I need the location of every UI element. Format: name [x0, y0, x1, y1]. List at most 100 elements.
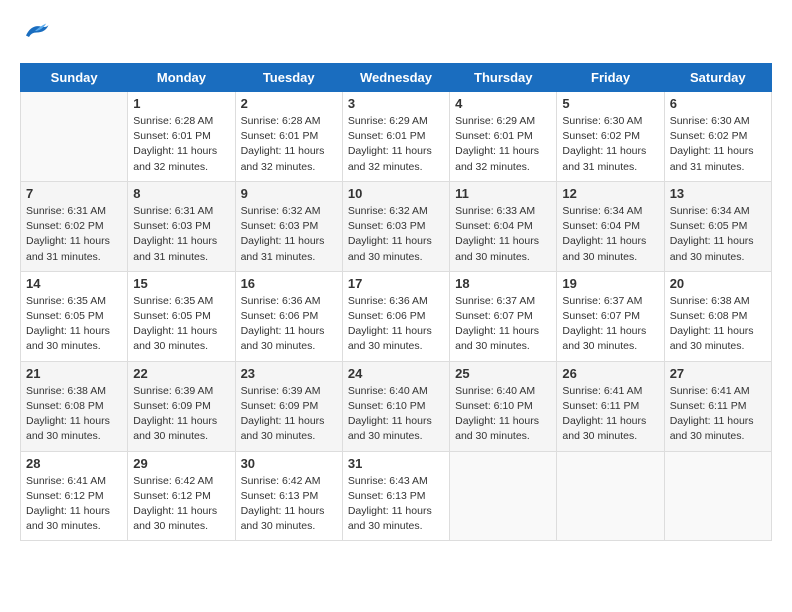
col-sunday: Sunday	[21, 64, 128, 92]
table-row: 31 Sunrise: 6:43 AMSunset: 6:13 PMDayligh…	[342, 451, 449, 541]
cell-info: Sunrise: 6:39 AMSunset: 6:09 PMDaylight:…	[133, 384, 229, 445]
cell-info: Sunrise: 6:34 AMSunset: 6:05 PMDaylight:…	[670, 204, 766, 265]
day-number: 16	[241, 276, 337, 291]
day-number: 30	[241, 456, 337, 471]
cell-info: Sunrise: 6:40 AMSunset: 6:10 PMDaylight:…	[348, 384, 444, 445]
calendar-header-row: Sunday Monday Tuesday Wednesday Thursday…	[21, 64, 772, 92]
table-row: 7 Sunrise: 6:31 AMSunset: 6:02 PMDaylight…	[21, 181, 128, 271]
cell-info: Sunrise: 6:41 AMSunset: 6:11 PMDaylight:…	[670, 384, 766, 445]
calendar-week-row: 14 Sunrise: 6:35 AMSunset: 6:05 PMDayligh…	[21, 271, 772, 361]
table-row: 27Sunrise: 6:41 AMSunset: 6:11 PMDayligh…	[664, 361, 771, 451]
cell-info: Sunrise: 6:32 AMSunset: 6:03 PMDaylight:…	[241, 204, 337, 265]
col-saturday: Saturday	[664, 64, 771, 92]
day-number: 25	[455, 366, 551, 381]
table-row: 8 Sunrise: 6:31 AMSunset: 6:03 PMDaylight…	[128, 181, 235, 271]
day-number: 20	[670, 276, 766, 291]
table-row: 11Sunrise: 6:33 AMSunset: 6:04 PMDayligh…	[450, 181, 557, 271]
day-number: 22	[133, 366, 229, 381]
table-row: 15Sunrise: 6:35 AMSunset: 6:05 PMDayligh…	[128, 271, 235, 361]
table-row: 3Sunrise: 6:29 AMSunset: 6:01 PMDaylight…	[342, 92, 449, 182]
day-number: 6	[670, 96, 766, 111]
cell-info: Sunrise: 6:31 AMSunset: 6:02 PMDaylight:…	[26, 204, 122, 265]
cell-info: Sunrise: 6:32 AMSunset: 6:03 PMDaylight:…	[348, 204, 444, 265]
table-row: 28Sunrise: 6:41 AMSunset: 6:12 PMDayligh…	[21, 451, 128, 541]
day-number: 26	[562, 366, 658, 381]
day-number: 14	[26, 276, 122, 291]
col-thursday: Thursday	[450, 64, 557, 92]
day-number: 24	[348, 366, 444, 381]
table-row: 12 Sunrise: 6:34 AMSunset: 6:04 PMDayligh…	[557, 181, 664, 271]
day-number: 1	[133, 96, 229, 111]
table-row	[21, 92, 128, 182]
table-row: 30 Sunrise: 6:42 AMSunset: 6:13 PMDayligh…	[235, 451, 342, 541]
table-row: 18 Sunrise: 6:37 AMSunset: 6:07 PMDayligh…	[450, 271, 557, 361]
table-row: 20 Sunrise: 6:38 AMSunset: 6:08 PMDayligh…	[664, 271, 771, 361]
cell-info: Sunrise: 6:36 AMSunset: 6:06 PMDaylight:…	[241, 294, 337, 355]
day-number: 4	[455, 96, 551, 111]
table-row: 1Sunrise: 6:28 AMSunset: 6:01 PMDaylight…	[128, 92, 235, 182]
calendar-week-row: 21 Sunrise: 6:38 AMSunset: 6:08 PMDayligh…	[21, 361, 772, 451]
cell-info: Sunrise: 6:35 AMSunset: 6:05 PMDaylight:…	[133, 294, 229, 355]
day-number: 13	[670, 186, 766, 201]
cell-info: Sunrise: 6:42 AMSunset: 6:13 PMDaylight:…	[241, 474, 337, 535]
col-monday: Monday	[128, 64, 235, 92]
table-row: 13 Sunrise: 6:34 AMSunset: 6:05 PMDayligh…	[664, 181, 771, 271]
logo	[20, 20, 54, 47]
day-number: 21	[26, 366, 122, 381]
page-header	[20, 20, 772, 47]
cell-info: Sunrise: 6:41 AMSunset: 6:11 PMDaylight:…	[562, 384, 658, 445]
day-number: 9	[241, 186, 337, 201]
day-number: 10	[348, 186, 444, 201]
table-row: 4Sunrise: 6:29 AMSunset: 6:01 PMDaylight…	[450, 92, 557, 182]
table-row: 29Sunrise: 6:42 AMSunset: 6:12 PMDayligh…	[128, 451, 235, 541]
cell-info: Sunrise: 6:38 AMSunset: 6:08 PMDaylight:…	[26, 384, 122, 445]
table-row: 16 Sunrise: 6:36 AMSunset: 6:06 PMDayligh…	[235, 271, 342, 361]
cell-info: Sunrise: 6:29 AMSunset: 6:01 PMDaylight:…	[348, 114, 444, 175]
calendar-week-row: 28Sunrise: 6:41 AMSunset: 6:12 PMDayligh…	[21, 451, 772, 541]
logo-icon	[20, 20, 50, 47]
day-number: 23	[241, 366, 337, 381]
day-number: 8	[133, 186, 229, 201]
cell-info: Sunrise: 6:34 AMSunset: 6:04 PMDaylight:…	[562, 204, 658, 265]
calendar-table: Sunday Monday Tuesday Wednesday Thursday…	[20, 63, 772, 541]
day-number: 17	[348, 276, 444, 291]
table-row: 24 Sunrise: 6:40 AMSunset: 6:10 PMDayligh…	[342, 361, 449, 451]
calendar-week-row: 7 Sunrise: 6:31 AMSunset: 6:02 PMDaylight…	[21, 181, 772, 271]
table-row: 14 Sunrise: 6:35 AMSunset: 6:05 PMDayligh…	[21, 271, 128, 361]
table-row: 9 Sunrise: 6:32 AMSunset: 6:03 PMDaylight…	[235, 181, 342, 271]
cell-info: Sunrise: 6:42 AMSunset: 6:12 PMDaylight:…	[133, 474, 229, 535]
cell-info: Sunrise: 6:38 AMSunset: 6:08 PMDaylight:…	[670, 294, 766, 355]
day-number: 28	[26, 456, 122, 471]
table-row	[664, 451, 771, 541]
table-row: 19Sunrise: 6:37 AMSunset: 6:07 PMDayligh…	[557, 271, 664, 361]
table-row: 22 Sunrise: 6:39 AMSunset: 6:09 PMDayligh…	[128, 361, 235, 451]
table-row: 23Sunrise: 6:39 AMSunset: 6:09 PMDayligh…	[235, 361, 342, 451]
cell-info: Sunrise: 6:40 AMSunset: 6:10 PMDaylight:…	[455, 384, 551, 445]
calendar-week-row: 1 Sunrise: 6:28 AMSunset: 6:01 PMDaylight…	[21, 92, 772, 182]
cell-info: Sunrise: 6:35 AMSunset: 6:05 PMDaylight:…	[26, 294, 122, 355]
cell-info: Sunrise: 6:36 AMSunset: 6:06 PMDaylight:…	[348, 294, 444, 355]
cell-info: Sunrise: 6:37 AMSunset: 6:07 PMDaylight:…	[562, 294, 658, 355]
table-row: 17 Sunrise: 6:36 AMSunset: 6:06 PMDayligh…	[342, 271, 449, 361]
table-row: 5Sunrise: 6:30 AMSunset: 6:02 PMDaylight…	[557, 92, 664, 182]
table-row: 25 Sunrise: 6:40 AMSunset: 6:10 PMDayligh…	[450, 361, 557, 451]
cell-info: Sunrise: 6:43 AMSunset: 6:13 PMDaylight:…	[348, 474, 444, 535]
day-number: 18	[455, 276, 551, 291]
table-row: 26 Sunrise: 6:41 AMSunset: 6:11 PMDayligh…	[557, 361, 664, 451]
day-number: 7	[26, 186, 122, 201]
cell-info: Sunrise: 6:28 AMSunset: 6:01 PMDaylight:…	[241, 114, 337, 175]
cell-info: Sunrise: 6:30 AMSunset: 6:02 PMDaylight:…	[562, 114, 658, 175]
cell-info: Sunrise: 6:30 AMSunset: 6:02 PMDaylight:…	[670, 114, 766, 175]
table-row: 21 Sunrise: 6:38 AMSunset: 6:08 PMDayligh…	[21, 361, 128, 451]
table-row: 2 Sunrise: 6:28 AMSunset: 6:01 PMDaylight…	[235, 92, 342, 182]
table-row	[450, 451, 557, 541]
day-number: 31	[348, 456, 444, 471]
day-number: 2	[241, 96, 337, 111]
cell-info: Sunrise: 6:37 AMSunset: 6:07 PMDaylight:…	[455, 294, 551, 355]
col-tuesday: Tuesday	[235, 64, 342, 92]
cell-info: Sunrise: 6:31 AMSunset: 6:03 PMDaylight:…	[133, 204, 229, 265]
col-friday: Friday	[557, 64, 664, 92]
col-wednesday: Wednesday	[342, 64, 449, 92]
day-number: 11	[455, 186, 551, 201]
day-number: 12	[562, 186, 658, 201]
